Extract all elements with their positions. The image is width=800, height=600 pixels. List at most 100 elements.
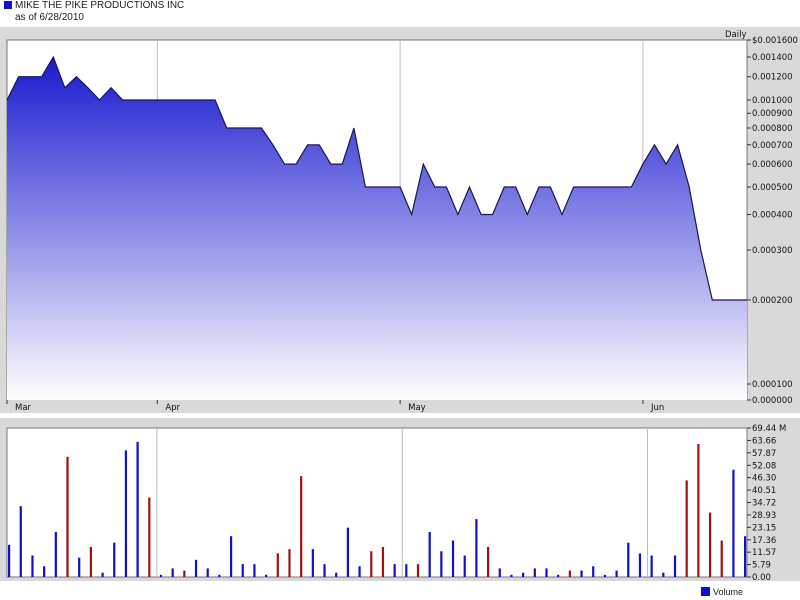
volume-bar bbox=[545, 568, 548, 577]
volume-bar bbox=[557, 574, 560, 577]
volume-bar bbox=[522, 572, 525, 577]
volume-bar bbox=[358, 566, 361, 577]
volume-bar bbox=[405, 564, 408, 577]
chart-date: as of 6/28/2010 bbox=[15, 12, 84, 23]
volume-bar bbox=[697, 443, 700, 577]
volume-bar bbox=[183, 570, 186, 577]
volume-bar bbox=[708, 512, 712, 577]
volume-bar bbox=[253, 564, 256, 577]
volume-bar bbox=[113, 542, 116, 577]
volume-bar bbox=[533, 568, 536, 577]
volume-bar bbox=[673, 555, 677, 577]
volume-bar bbox=[393, 564, 396, 577]
stock-chart: $0.001600 0.001400 0.001200 0.001000 0.00090… bbox=[0, 27, 800, 583]
volume-bar bbox=[486, 546, 490, 577]
volume-bar bbox=[241, 564, 244, 577]
volume-bar bbox=[89, 546, 92, 577]
volume-panel: 69.44 M 63.66 57.87 52.08 46.30 40.51 34.72 28.… bbox=[0, 418, 800, 583]
volume-y-tick-label: 0.00 bbox=[752, 573, 771, 583]
volume-y-tick-label: 52.08 bbox=[752, 461, 776, 471]
volume-bar bbox=[171, 568, 174, 577]
volume-bar bbox=[662, 572, 665, 577]
month-label: Apr bbox=[165, 403, 180, 413]
volume-bar bbox=[148, 497, 151, 577]
volume-y-tick-label: 23.15 bbox=[752, 523, 776, 533]
chart-header: MIKE THE PIKE PRODUCTIONS INC as of 6/28… bbox=[4, 0, 184, 24]
volume-y-tick-label: 40.51 bbox=[752, 486, 776, 496]
volume-bar bbox=[136, 441, 139, 577]
volume-bar bbox=[580, 570, 583, 577]
volume-bar bbox=[744, 536, 747, 577]
volume-bar bbox=[510, 574, 513, 577]
volume-bar bbox=[732, 469, 735, 577]
volume-legend-label: Volume bbox=[712, 587, 743, 597]
price-y-tick-label: 0.000700 bbox=[752, 141, 793, 151]
price-y-tick-label: 0.001000 bbox=[752, 96, 793, 106]
volume-y-tick-label: 46.30 bbox=[752, 474, 776, 484]
volume-y-tick-label: 69.44 M bbox=[752, 424, 786, 434]
price-y-tick-label: 0.001200 bbox=[752, 73, 793, 83]
volume-bar bbox=[8, 544, 11, 577]
volume-bar bbox=[300, 476, 303, 577]
volume-bar bbox=[19, 506, 22, 577]
volume-bar bbox=[54, 531, 57, 577]
volume-bar bbox=[475, 519, 478, 577]
volume-bar bbox=[463, 555, 466, 577]
volume-bar bbox=[370, 551, 373, 577]
chart-title: MIKE THE PIKE PRODUCTIONS INC bbox=[15, 0, 185, 11]
price-y-tick-label: 0.000500 bbox=[752, 183, 793, 193]
volume-bar bbox=[31, 555, 34, 577]
volume-bar bbox=[194, 559, 198, 577]
volume-bar bbox=[159, 574, 163, 577]
volume-bar bbox=[288, 549, 291, 577]
volume-bar bbox=[627, 542, 630, 577]
volume-y-tick-label: 11.57 bbox=[752, 548, 776, 558]
volume-bar bbox=[603, 574, 607, 577]
volume-bar bbox=[206, 568, 209, 577]
price-y-tick-label: 0.000100 bbox=[752, 380, 793, 390]
month-axis-strip bbox=[7, 400, 747, 412]
price-y-tick-label: 0.000400 bbox=[752, 211, 793, 221]
volume-bar bbox=[124, 450, 128, 577]
volume-bar bbox=[276, 553, 279, 577]
volume-bar bbox=[416, 564, 420, 577]
volume-bar bbox=[650, 555, 653, 577]
volume-y-tick-label: 28.93 bbox=[752, 511, 776, 521]
volume-plot-area bbox=[6, 427, 748, 578]
price-y-tick-label: 0.000900 bbox=[752, 109, 793, 119]
price-panel: $0.001600 0.001400 0.001200 0.001000 0.00090… bbox=[0, 27, 800, 413]
volume-bar bbox=[428, 531, 431, 577]
volume-bar bbox=[720, 540, 723, 577]
volume-legend: Volume bbox=[700, 587, 743, 597]
volume-bar bbox=[685, 480, 688, 577]
price-y-tick-label: 0.000800 bbox=[752, 124, 793, 134]
volume-y-tick-label: 63.66 bbox=[752, 436, 776, 446]
price-y-tick-label: 0.000300 bbox=[752, 246, 793, 256]
month-label: Mar bbox=[15, 403, 32, 413]
volume-bar bbox=[43, 566, 46, 577]
volume-bar bbox=[638, 553, 642, 577]
volume-bar bbox=[592, 566, 595, 577]
price-y-tick-label: 0.001400 bbox=[752, 53, 793, 63]
volume-bar bbox=[568, 570, 571, 577]
volume-y-tick-label: 57.87 bbox=[752, 449, 776, 459]
volume-bar bbox=[229, 536, 233, 577]
price-y-tick-label: 0.000200 bbox=[752, 296, 793, 306]
period-label: Daily bbox=[725, 30, 747, 40]
volume-bar bbox=[265, 574, 268, 577]
volume-bar bbox=[615, 570, 618, 577]
volume-bar bbox=[440, 551, 443, 577]
month-label: May bbox=[408, 403, 426, 413]
volume-legend-swatch bbox=[700, 587, 710, 596]
volume-bar bbox=[311, 549, 314, 577]
price-y-tick-label: $0.001600 bbox=[752, 36, 798, 46]
volume-bar bbox=[335, 572, 338, 577]
volume-bar bbox=[381, 546, 385, 577]
volume-y-tick-label: 17.36 bbox=[752, 536, 776, 546]
volume-bar bbox=[498, 568, 501, 577]
price-y-tick-label: 0.000600 bbox=[752, 160, 793, 170]
volume-y-tick-label: 34.72 bbox=[752, 499, 776, 509]
price-y-tick-label: 0.000000 bbox=[752, 396, 793, 406]
volume-bar bbox=[218, 574, 221, 577]
volume-bar bbox=[101, 572, 104, 577]
